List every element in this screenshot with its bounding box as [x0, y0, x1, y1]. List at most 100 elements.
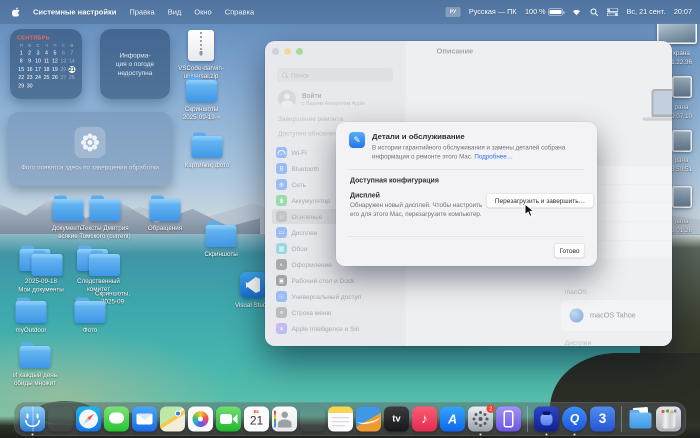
- dock-item-system-settings[interactable]: 2: [468, 407, 493, 432]
- calendar-weekday: В: [25, 43, 33, 48]
- screenshot-file-icon[interactable]: [672, 130, 692, 152]
- dock-item-weather[interactable]: [356, 407, 381, 432]
- dock-item-maps[interactable]: [160, 407, 185, 432]
- desktop-label: И каждый день обиды множит: [13, 371, 57, 387]
- dock-item-app-store[interactable]: A: [440, 407, 465, 432]
- menu-window[interactable]: Окно: [194, 8, 211, 17]
- calendar-weekday: Ч: [42, 43, 50, 48]
- calendar-grid: ПВСЧПСВ123456789101112131415161718192021…: [17, 43, 76, 89]
- apple-menu-icon[interactable]: [12, 8, 20, 17]
- divider: [348, 236, 585, 237]
- desktop-label: Скриншоты 2025-09-19-»: [183, 105, 221, 121]
- dock-item-apple-tv[interactable]: tv: [384, 407, 409, 432]
- desktop-folder-obidy[interactable]: И каждый день обиды множит: [0, 346, 73, 387]
- learn-more-link[interactable]: Подробнее…: [474, 153, 513, 160]
- dock-item-downloads-folder[interactable]: [628, 407, 653, 432]
- calendar-day: 18: [42, 66, 50, 73]
- control-center-icon[interactable]: [607, 8, 618, 16]
- screenshot-file-icon[interactable]: [672, 76, 692, 98]
- folder-icon: [89, 254, 120, 276]
- done-button[interactable]: Готово: [554, 243, 585, 258]
- calendar-day: 2: [25, 49, 33, 56]
- running-indicator: [480, 434, 482, 436]
- battery-status[interactable]: 100 %: [525, 8, 563, 16]
- dock-item-contacts[interactable]: [272, 407, 297, 432]
- dock-item-trash[interactable]: [656, 407, 681, 432]
- menu-view[interactable]: Вид: [168, 8, 182, 17]
- downloads-folder-icon: [628, 407, 653, 432]
- restart-and-finish-button[interactable]: Перезагрузить и завершить…: [486, 193, 594, 208]
- service-dialog: ✎ Детали и обслуживание В истории гарант…: [336, 122, 597, 266]
- calendar-day: 11: [42, 58, 50, 65]
- dialog-body-text: В истории гарантийного обслуживания и за…: [372, 144, 565, 160]
- facetime-icon: [216, 407, 241, 432]
- dock-item-photos[interactable]: [188, 407, 213, 432]
- dock-item-blue-app[interactable]: [534, 407, 559, 432]
- desktop-label: 2025-09-18: [25, 277, 57, 285]
- battery-icon: [548, 9, 563, 16]
- dock-item-launchpad[interactable]: [48, 407, 73, 432]
- calendar-month: СЕНТЯБРЬ: [17, 35, 76, 41]
- dialog-section-title: Доступная конфигурация: [350, 176, 439, 184]
- calendar-day: 14: [68, 58, 76, 65]
- desktop-label: myOutdoor: [16, 326, 47, 334]
- dock: Вс21 tv♪A2 Q3: [14, 402, 686, 436]
- notes-icon: [328, 407, 353, 432]
- calendar-day: 5: [51, 49, 59, 56]
- dock-item-music[interactable]: ♪: [412, 407, 437, 432]
- dock-item-iphone-mirroring[interactable]: [496, 407, 521, 432]
- calendar-icon: Вс21: [244, 407, 269, 432]
- desktop-folder-group-committee[interactable]: Следственный комитет Скриншоты, 2025-09: [56, 249, 141, 306]
- service-tool-icon: ✎: [349, 132, 365, 148]
- dock-item-facetime[interactable]: [216, 407, 241, 432]
- desktop-file-vscode-zip[interactable]: VSCode-darwin- universal.zip: [164, 30, 239, 80]
- dock-item-notes[interactable]: [328, 407, 353, 432]
- calendar-weekday: П: [17, 43, 25, 48]
- contacts-icon: [272, 407, 297, 432]
- search-icon[interactable]: [590, 8, 599, 17]
- calendar-day: 15: [17, 66, 25, 73]
- blue-app-icon: [534, 407, 559, 432]
- calendar-widget[interactable]: СЕНТЯБРЬ ПВСЧПСВ123456789101112131415161…: [10, 29, 82, 99]
- wifi-icon[interactable]: [572, 8, 582, 16]
- app-store-icon: A: [440, 407, 465, 432]
- calendar-day: 19: [51, 66, 59, 73]
- safari-icon: [76, 407, 101, 432]
- calendar-day: 10: [34, 58, 42, 65]
- dock-item-app-3[interactable]: 3: [590, 407, 615, 432]
- calendar-today: 21: [68, 66, 75, 73]
- desktop-folder-photo[interactable]: Фото: [53, 301, 128, 334]
- dock-item-quicktime[interactable]: Q: [562, 407, 587, 432]
- input-source-icon[interactable]: РУ: [445, 7, 460, 17]
- desktop-label: Тексты Дмитрия Томского (current): [79, 224, 130, 240]
- weather-widget[interactable]: Информа- ция о погоде недоступна: [100, 29, 170, 99]
- desktop-folder-screenshots[interactable]: Скриншоты: [184, 225, 259, 258]
- screenshot-file-icon[interactable]: [672, 186, 692, 208]
- dock-item-messages[interactable]: [104, 407, 129, 432]
- maps-icon: [160, 407, 185, 432]
- photos-flower-icon: [75, 127, 106, 158]
- dock-item-safari[interactable]: [76, 407, 101, 432]
- desktop-folder-pictures[interactable]: Картинки, фото: [170, 136, 245, 169]
- dock-item-finder[interactable]: [20, 407, 45, 432]
- trash-icon: [656, 407, 681, 432]
- input-source-label[interactable]: Русская — ПК: [469, 8, 517, 16]
- finder-icon: [20, 407, 45, 432]
- menu-clock[interactable]: 20:07: [674, 8, 692, 16]
- desktop-label: Обращения: [148, 224, 182, 232]
- dock-item-reminders[interactable]: [300, 407, 325, 432]
- menu-app-name[interactable]: Системные настройки: [33, 8, 116, 17]
- dock-item-calendar[interactable]: Вс21: [244, 407, 269, 432]
- running-indicator: [546, 434, 548, 436]
- menu-date[interactable]: Вс, 21 сент.: [627, 8, 666, 16]
- calendar-day: 4: [42, 49, 50, 56]
- desktop-folder-screenshots-0919[interactable]: Скриншоты 2025-09-19-»: [164, 80, 239, 121]
- menu-edit[interactable]: Правка: [129, 8, 154, 17]
- menu-help[interactable]: Справка: [225, 8, 254, 17]
- photos-icon: [188, 407, 213, 432]
- apple-tv-icon: tv: [384, 407, 409, 432]
- weather-message: Информа- ция о погоде недоступна: [116, 51, 154, 77]
- display-item-body: Обнаружен новый дисплей. Чтобы настроить…: [350, 201, 488, 219]
- dock-item-mail[interactable]: [132, 407, 157, 432]
- photos-widget[interactable]: Фото появятся здесь по завершении обрабо…: [8, 112, 172, 186]
